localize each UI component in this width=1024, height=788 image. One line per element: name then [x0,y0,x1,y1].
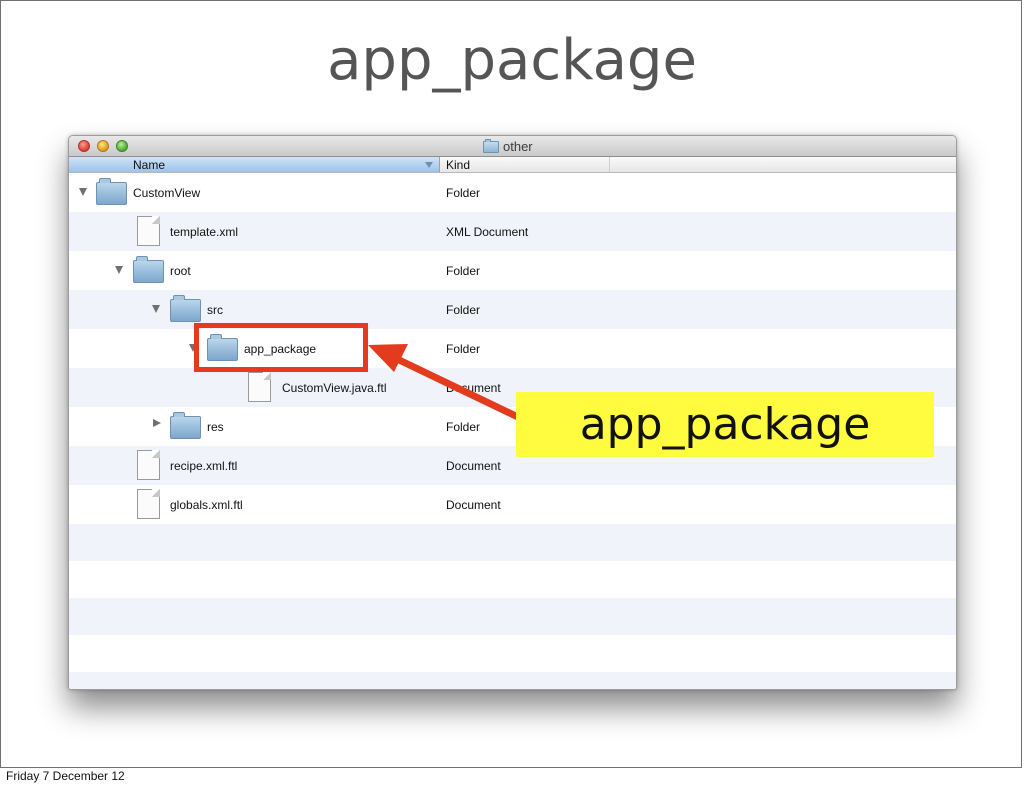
file-name: res [207,420,224,434]
file-kind: Document [446,381,501,395]
disclosure-triangle-closed-icon[interactable] [153,419,161,427]
empty-row [69,561,956,598]
window-titlebar: other [69,136,956,157]
folder-icon [170,412,201,439]
close-button[interactable] [78,140,90,152]
file-name: src [207,303,223,317]
empty-rows [69,524,956,689]
highlight-box [194,323,368,372]
slide-title: app_package [327,28,697,93]
slide-footer: Friday 7 December 12 [6,769,125,783]
file-kind: Document [446,459,501,473]
window-title: other [483,138,533,155]
column-header: Name Kind [69,157,956,173]
column-header-kind-label: Kind [446,158,471,172]
file-name: root [170,264,191,278]
folder-icon [170,295,201,322]
column-header-kind[interactable]: Kind [440,157,610,172]
file-kind: Folder [446,186,481,200]
document-fold [263,372,271,380]
file-kind: Folder [446,303,481,317]
file-kind: XML Document [446,225,529,239]
column-header-name[interactable]: Name [69,157,440,172]
callout-label: app_package [516,392,934,457]
file-kind: Document [446,498,501,512]
disclosure-triangle-open-icon[interactable] [115,266,123,274]
file-name: recipe.xml.ftl [170,459,238,473]
callout-text: app_package [579,399,871,450]
folder-icon [96,178,127,205]
sort-descending-icon [425,162,433,168]
file-row-customview[interactable]: CustomView Folder [69,173,956,212]
column-header-name-label: Name [133,158,166,172]
disclosure-triangle-open-icon[interactable] [79,188,87,196]
file-kind: Folder [446,342,481,356]
folder-icon [483,138,499,153]
zoom-button[interactable] [116,140,128,152]
empty-row [69,524,956,561]
file-name: template.xml [170,225,239,239]
document-fold [152,216,160,224]
file-row-root[interactable]: root Folder [69,251,956,290]
document-fold [152,489,160,497]
minimize-button[interactable] [97,140,109,152]
window-title-label: other [503,139,533,154]
file-row-template-xml[interactable]: template.xml XML Document [69,212,956,251]
file-kind: Folder [446,264,481,278]
document-fold [152,450,160,458]
empty-row [69,672,956,689]
file-name: CustomView [133,186,201,200]
empty-row [69,598,956,635]
file-name: CustomView.java.ftl [282,381,387,395]
file-row-globals-xml-ftl[interactable]: globals.xml.ftl Document [69,485,956,524]
empty-row [69,635,956,672]
disclosure-triangle-open-icon[interactable] [152,305,160,313]
folder-icon [133,256,164,283]
file-name: globals.xml.ftl [170,498,243,512]
file-kind: Folder [446,420,481,434]
